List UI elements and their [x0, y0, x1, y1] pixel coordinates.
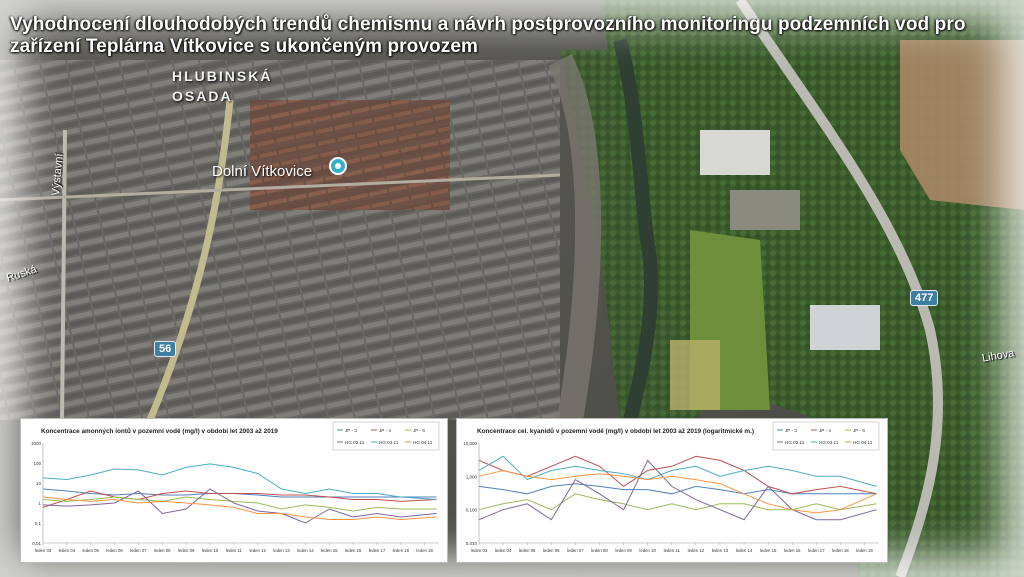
white-deposit: [700, 130, 770, 175]
road-shield-477: 477: [910, 290, 939, 306]
poi-label: Dolní Vítkovice: [212, 163, 313, 180]
x-tick-label: leden 12: [688, 548, 705, 553]
legend-label: HG 02.11: [345, 440, 365, 445]
legend-box: [332, 421, 440, 451]
chart-panel-cyanide: Koncentrace cel. kyanidů v pozemní vodě …: [456, 418, 888, 563]
x-tick-label: leden 12: [249, 548, 266, 553]
slide-title: Vyhodnocení dlouhodobých trendů chemismu…: [10, 14, 966, 57]
camera-icon[interactable]: [329, 157, 347, 175]
road-shield-56: 56: [154, 341, 177, 357]
x-tick-label: leden 04: [495, 548, 512, 553]
x-tick-label: leden 07: [130, 548, 147, 553]
legend-label: JP - 4: [379, 428, 391, 433]
legend-label: JP - 6: [413, 428, 425, 433]
field-yellow: [670, 340, 720, 410]
chart-title: Koncentrace cel. kyanidů v pozemní vodě …: [477, 427, 754, 435]
y-tick-label: 1: [38, 501, 41, 506]
x-tick-label: leden 17: [808, 548, 825, 553]
x-tick-label: leden 15: [760, 548, 777, 553]
x-tick-label: leden 05: [82, 548, 99, 553]
y-tick-label: 0,100: [466, 508, 478, 513]
district-label-line1: HLUBINSKÁ: [172, 68, 273, 84]
x-tick-label: leden 14: [297, 548, 314, 553]
legend-label: HG 03.11: [379, 440, 399, 445]
legend-label: JP - 4: [819, 428, 831, 433]
legend-label: HG 02.11: [785, 440, 805, 445]
x-tick-label: leden 13: [712, 548, 729, 553]
gray-deposit: [730, 190, 800, 230]
y-tick-label: 0,1: [35, 521, 42, 526]
district-label-line2: OSADA: [172, 88, 233, 104]
x-tick-label: leden 07: [567, 548, 584, 553]
steelworks-area: [250, 100, 450, 210]
x-tick-label: leden 11: [226, 548, 243, 553]
series-line-3: [478, 493, 877, 511]
y-tick-label: 0,010: [466, 541, 478, 546]
x-tick-label: leden 19: [416, 548, 433, 553]
x-tick-label: leden 17: [369, 548, 386, 553]
y-tick-label: 0,01: [32, 541, 41, 546]
y-tick-label: 100: [33, 461, 41, 466]
legend-label: JP - 3: [785, 428, 797, 433]
x-tick-label: leden 08: [591, 548, 608, 553]
x-tick-label: leden 03: [471, 548, 488, 553]
x-tick-label: leden 08: [154, 548, 171, 553]
y-tick-label: 1000: [31, 441, 42, 446]
warehouse: [810, 305, 880, 350]
y-tick-label: 1,000: [466, 474, 478, 479]
x-tick-label: leden 05: [519, 548, 536, 553]
series-line-1: [478, 483, 877, 495]
y-tick-label: 10: [36, 481, 42, 486]
legend-label: HG 04.11: [413, 440, 433, 445]
x-tick-label: leden 11: [664, 548, 681, 553]
legend-label: JP - 6: [853, 428, 865, 433]
presentation-slide: Vyhodnocení dlouhodobých trendů chemismu…: [0, 0, 1024, 577]
x-tick-label: leden 09: [178, 548, 195, 553]
x-tick-label: leden 03: [35, 548, 52, 553]
legend-label: JP - 3: [345, 428, 357, 433]
chart-cyanide: Koncentrace cel. kyanidů v pozemní vodě …: [463, 421, 880, 553]
x-tick-label: leden 16: [784, 548, 801, 553]
x-tick-label: leden 18: [832, 548, 849, 553]
series-line-6: [42, 496, 437, 521]
x-tick-label: leden 18: [393, 548, 410, 553]
district-label: HLUBINSKÁ OSADA: [172, 66, 272, 106]
x-tick-label: leden 19: [856, 548, 873, 553]
x-tick-label: leden 10: [202, 548, 219, 553]
chart-title: Koncentrace amonných iontů v pozemní vod…: [41, 427, 278, 435]
chart-panel-ammonium: Koncentrace amonných iontů v pozemní vod…: [20, 418, 448, 563]
x-tick-label: leden 15: [321, 548, 338, 553]
x-tick-label: leden 09: [615, 548, 632, 553]
x-tick-label: leden 14: [736, 548, 753, 553]
x-tick-label: leden 13: [273, 548, 290, 553]
x-tick-label: leden 16: [345, 548, 362, 553]
x-tick-label: leden 04: [59, 548, 76, 553]
legend-box: [772, 421, 880, 451]
chart-ammonium: Koncentrace amonných iontů v pozemní vod…: [31, 421, 440, 553]
x-tick-label: leden 10: [639, 548, 656, 553]
legend-label: HG 04.11: [853, 440, 873, 445]
x-tick-label: leden 06: [106, 548, 123, 553]
x-tick-label: leden 06: [543, 548, 560, 553]
y-tick-label: 10,000: [463, 441, 477, 446]
legend-label: HG 03.11: [819, 440, 839, 445]
